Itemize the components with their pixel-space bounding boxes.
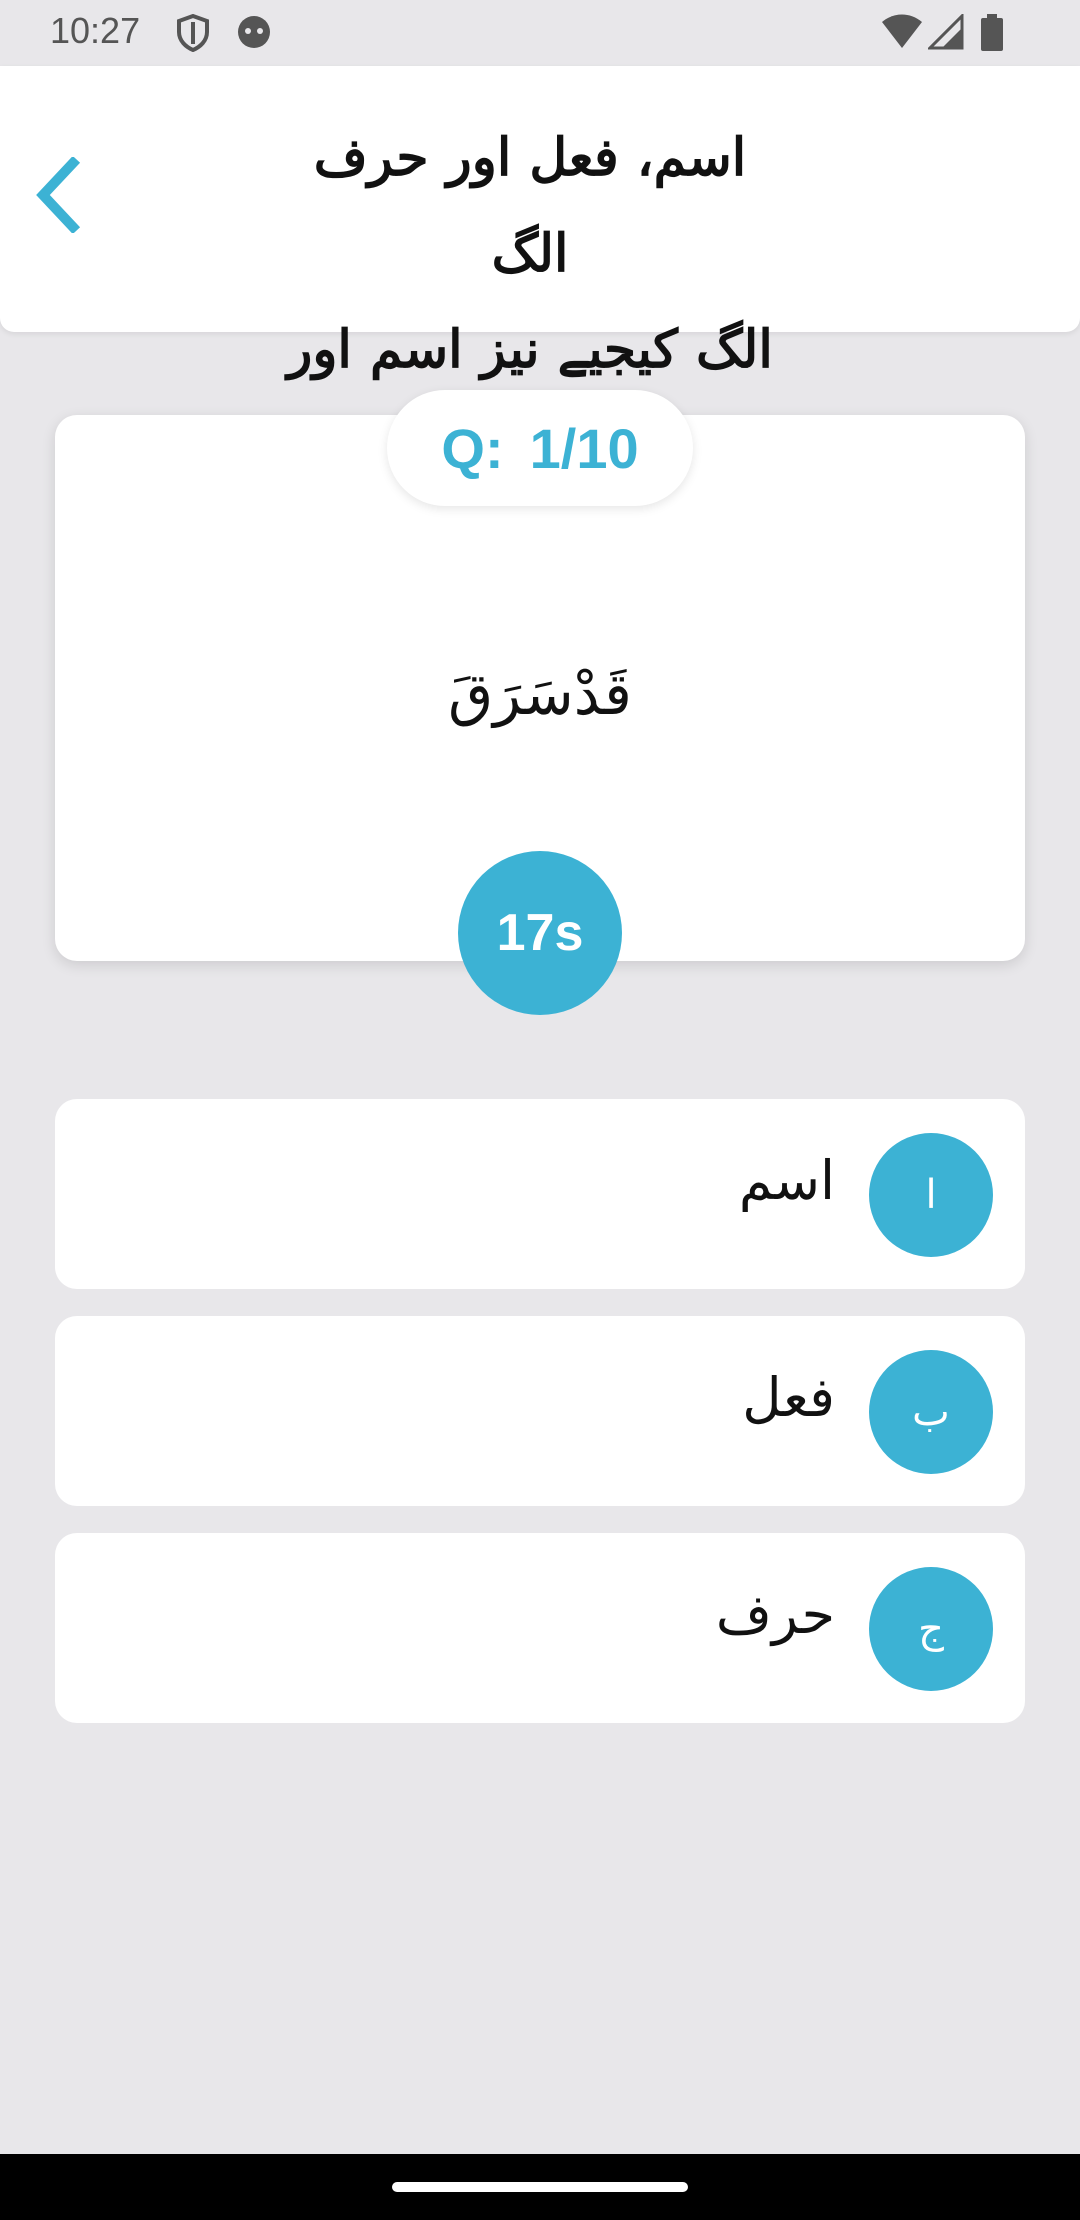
battery-icon <box>980 14 1004 56</box>
option-text: اسم <box>738 1149 835 1212</box>
robot-icon <box>236 14 272 54</box>
home-handle[interactable] <box>392 2182 688 2192</box>
shield-icon <box>176 13 210 56</box>
question-label: Q: <box>441 416 504 480</box>
status-bar: 10:27 <box>0 0 1080 66</box>
option-b[interactable]: ب فعل <box>55 1316 1025 1506</box>
status-time: 10:27 <box>50 10 141 51</box>
option-c[interactable]: ج حرف <box>55 1533 1025 1723</box>
option-badge: ب <box>869 1350 993 1474</box>
title-line-1: اسم، فعل اور حرف الگ <box>313 127 747 284</box>
option-text: فعل <box>742 1366 835 1429</box>
question-progress: 1/10 <box>529 416 639 480</box>
option-badge: ج <box>869 1567 993 1691</box>
question-counter: Q: 1/10 <box>387 390 693 506</box>
question-text: قَدْسَرَقَ <box>448 660 632 728</box>
option-text: حرف <box>715 1583 835 1646</box>
app-header: اسم، فعل اور حرف الگ الگ کیجیے نیز اسم ا… <box>0 66 1080 476</box>
timer-badge: 17s <box>458 851 622 1015</box>
option-badge: ا <box>869 1133 993 1257</box>
option-a[interactable]: ا اسم <box>55 1099 1025 1289</box>
wifi-icon <box>880 14 924 54</box>
chevron-left-icon <box>33 155 81 237</box>
signal-icon <box>926 12 964 54</box>
back-button[interactable] <box>22 152 92 242</box>
